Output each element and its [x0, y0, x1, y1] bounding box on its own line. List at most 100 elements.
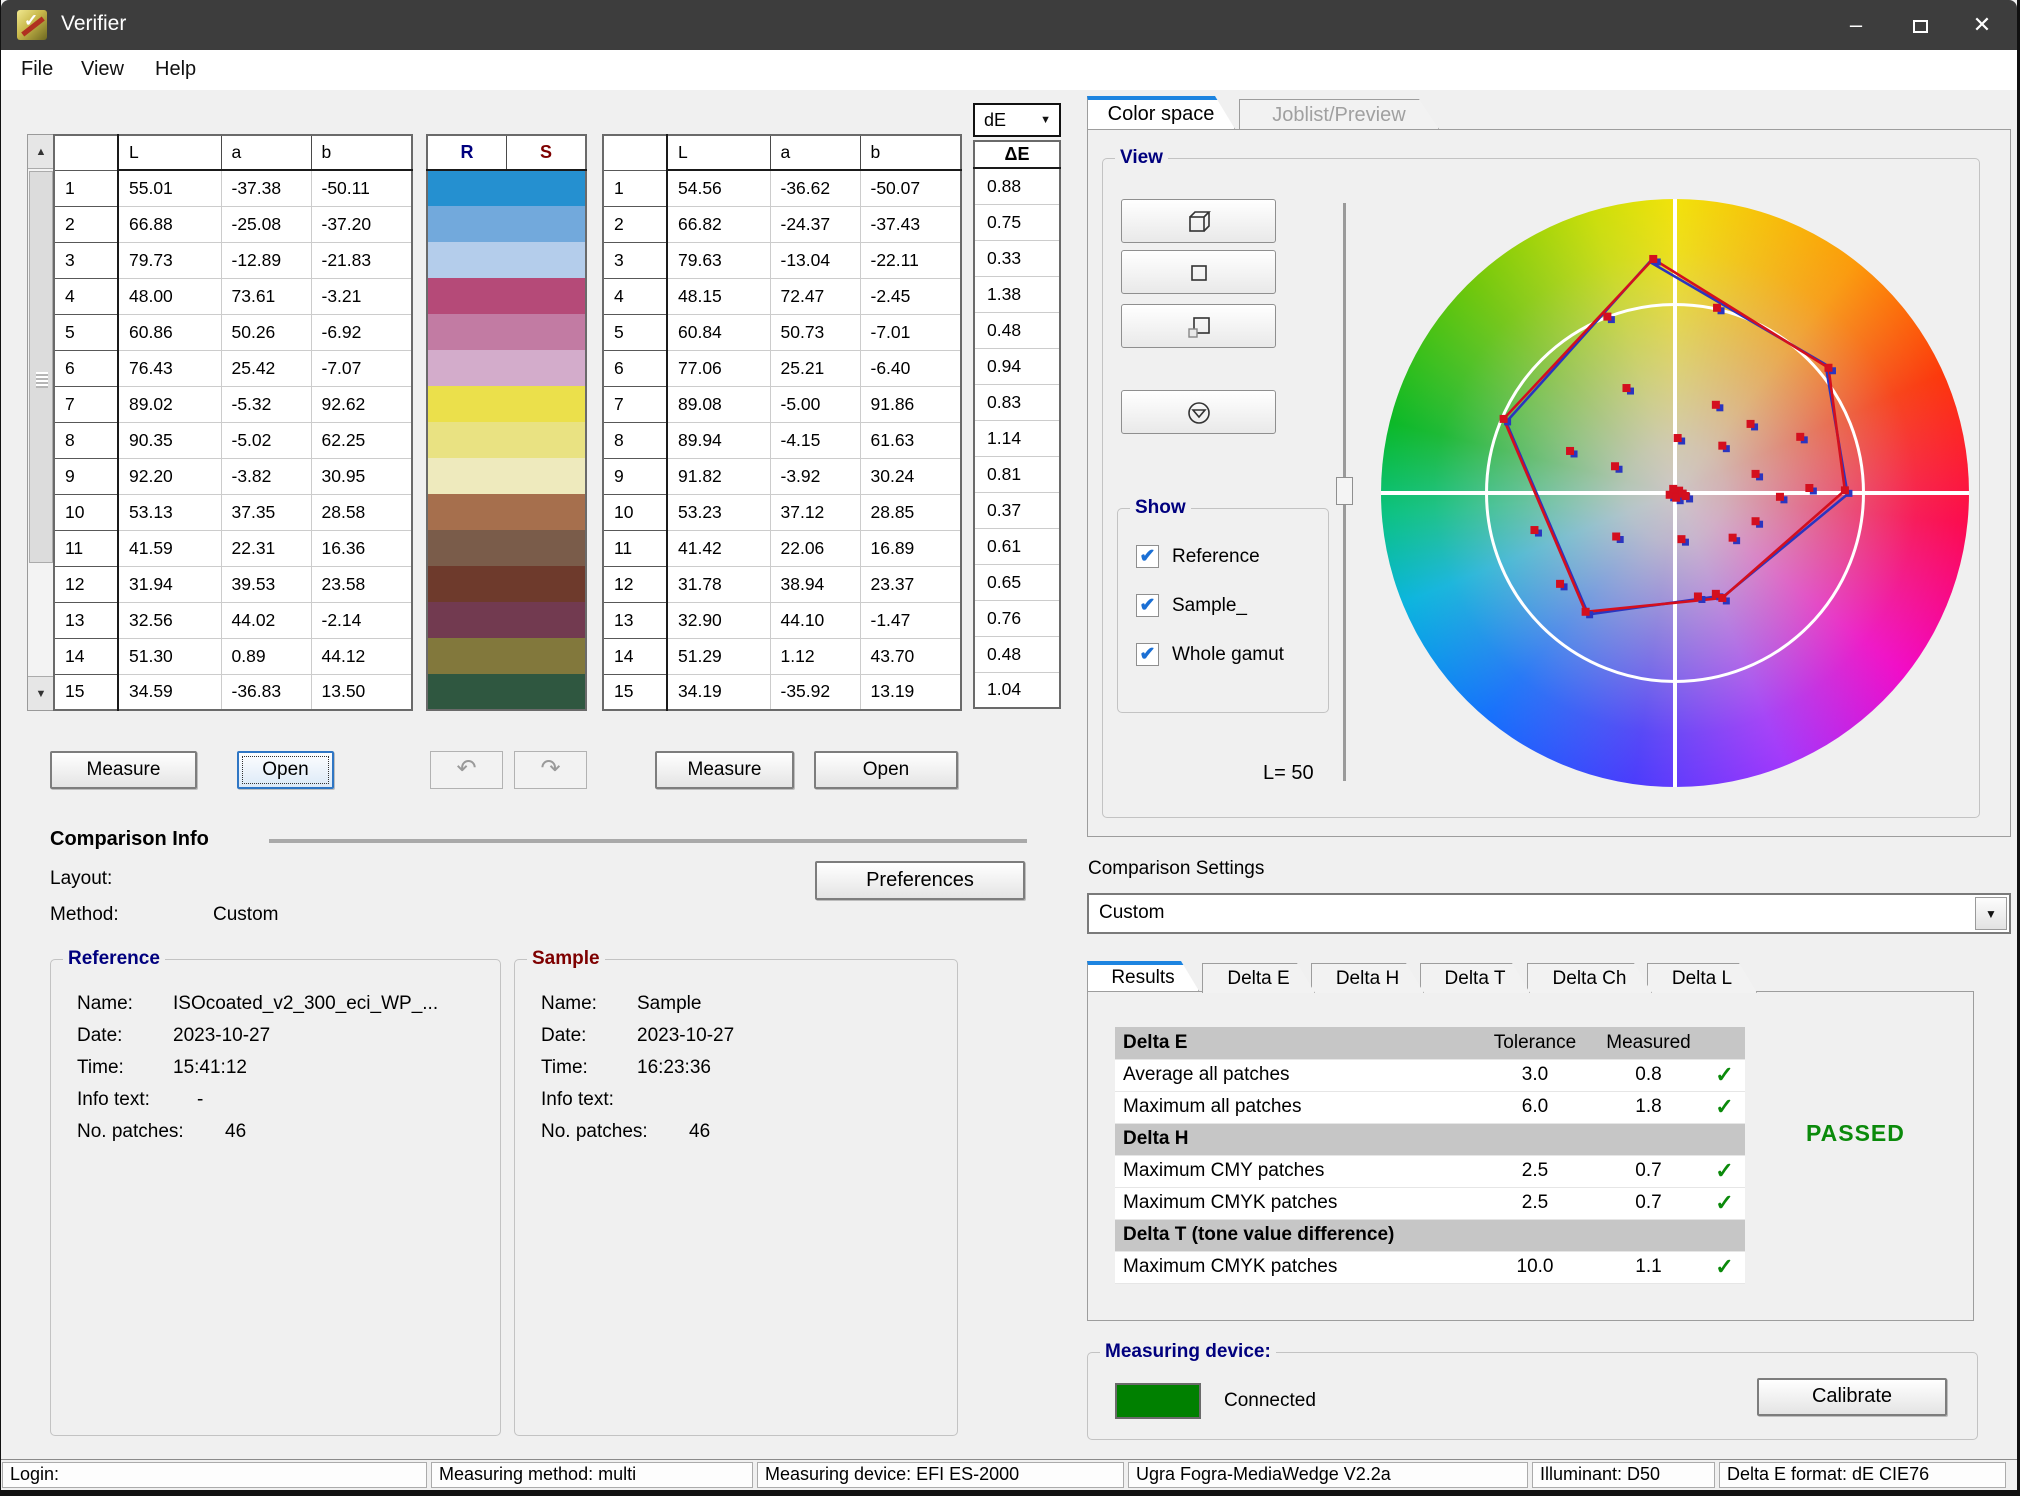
menu-file[interactable]: File: [21, 58, 53, 81]
sample-swatch[interactable]: [506, 206, 586, 242]
sample-swatch[interactable]: [506, 602, 586, 638]
reference-table-row[interactable]: 1 55.01 -37.38 -50.11: [54, 170, 413, 207]
reference-table-row[interactable]: 10 53.13 37.35 28.58: [54, 494, 413, 531]
sample-table-row[interactable]: 12 31.78 38.94 23.37: [603, 566, 962, 603]
swatch-row[interactable]: [427, 458, 586, 494]
reference-table-row[interactable]: 5 60.86 50.26 -6.92: [54, 314, 413, 351]
swatch-row[interactable]: [427, 350, 586, 386]
view-2d-button[interactable]: [1121, 250, 1276, 294]
reference-table-row[interactable]: 15 34.59 -36.83 13.50: [54, 674, 413, 711]
sample-swatch[interactable]: [506, 422, 586, 458]
comparison-settings-select[interactable]: Custom ▼: [1087, 893, 2011, 934]
reference-swatch[interactable]: [427, 674, 507, 710]
show-option-sample_[interactable]: ✔ Sample_: [1136, 594, 1247, 620]
sample-table-row[interactable]: 13 32.90 44.10 -1.47: [603, 602, 962, 639]
sample-swatch[interactable]: [506, 386, 586, 422]
reference-swatch[interactable]: [427, 638, 507, 674]
reference-swatch[interactable]: [427, 458, 507, 494]
menu-view[interactable]: View: [81, 58, 124, 81]
sample-table-row[interactable]: 14 51.29 1.12 43.70: [603, 638, 962, 675]
show-option-whole-gamut[interactable]: ✔ Whole gamut: [1136, 643, 1284, 669]
sample-table-row[interactable]: 5 60.84 50.73 -7.01: [603, 314, 962, 351]
sample-table-row[interactable]: 7 89.08 -5.00 91.86: [603, 386, 962, 423]
sample-swatch[interactable]: [506, 674, 586, 710]
swatch-row[interactable]: [427, 278, 586, 314]
reference-table-row[interactable]: 8 90.35 -5.02 62.25: [54, 422, 413, 459]
reference-table-row[interactable]: 13 32.56 44.02 -2.14: [54, 602, 413, 639]
calibrate-button[interactable]: Calibrate: [1757, 1378, 1947, 1416]
reference-swatch[interactable]: [427, 422, 507, 458]
swatch-row[interactable]: [427, 530, 586, 566]
tab-joblist-preview[interactable]: Joblist/Preview: [1239, 99, 1439, 129]
reference-swatch[interactable]: [427, 530, 507, 566]
swatch-row[interactable]: [427, 566, 586, 602]
sample-table-row[interactable]: 1 54.56 -36.62 -50.07: [603, 170, 962, 207]
scroll-up-icon[interactable]: ▲: [28, 135, 54, 169]
sample-table-row[interactable]: 3 79.63 -13.04 -22.11: [603, 242, 962, 279]
delta-e-format-dropdown[interactable]: dE ▼: [973, 103, 1061, 137]
reference-swatch[interactable]: [427, 566, 507, 602]
sample-table-row[interactable]: 9 91.82 -3.92 30.24: [603, 458, 962, 495]
sample-table-row[interactable]: 6 77.06 25.21 -6.40: [603, 350, 962, 387]
reference-table-row[interactable]: 4 48.00 73.61 -3.21: [54, 278, 413, 315]
sample-table-row[interactable]: 11 41.42 22.06 16.89: [603, 530, 962, 567]
swatch-row[interactable]: [427, 602, 586, 638]
sample-table-row[interactable]: 2 66.82 -24.37 -37.43: [603, 206, 962, 243]
sample-swatch[interactable]: [506, 458, 586, 494]
reference-table-row[interactable]: 3 79.73 -12.89 -21.83: [54, 242, 413, 279]
reference-swatch[interactable]: [427, 170, 507, 206]
menu-help[interactable]: Help: [155, 58, 196, 81]
reference-swatch[interactable]: [427, 206, 507, 242]
reference-table-row[interactable]: 2 66.88 -25.08 -37.20: [54, 206, 413, 243]
reference-swatch[interactable]: [427, 386, 507, 422]
sample-table-row[interactable]: 4 48.15 72.47 -2.45: [603, 278, 962, 315]
scroll-down-icon[interactable]: ▼: [28, 676, 54, 710]
sample-swatch[interactable]: [506, 314, 586, 350]
view-3d-button[interactable]: [1121, 199, 1276, 243]
preferences-button[interactable]: Preferences: [815, 861, 1025, 900]
sample-swatch[interactable]: [506, 530, 586, 566]
swatch-row[interactable]: [427, 170, 586, 206]
checkbox-reference[interactable]: ✔: [1136, 545, 1159, 568]
checkbox-sample_[interactable]: ✔: [1136, 594, 1159, 617]
tab-delta-t[interactable]: Delta T: [1420, 963, 1530, 993]
l-slider-thumb[interactable]: [1336, 477, 1353, 505]
redo-button[interactable]: ↷: [514, 751, 587, 789]
swatch-row[interactable]: [427, 422, 586, 458]
swatch-row[interactable]: [427, 206, 586, 242]
reference-swatch[interactable]: [427, 350, 507, 386]
tab-delta-l[interactable]: Delta L: [1647, 963, 1757, 993]
reference-swatch[interactable]: [427, 602, 507, 638]
sample-swatch[interactable]: [506, 566, 586, 602]
minimize-button[interactable]: –: [1825, 0, 1887, 50]
reference-table-row[interactable]: 14 51.30 0.89 44.12: [54, 638, 413, 675]
sample-swatch[interactable]: [506, 638, 586, 674]
reference-swatch[interactable]: [427, 494, 507, 530]
measure-sample-button[interactable]: Measure: [655, 751, 794, 789]
tab-delta-e[interactable]: Delta E: [1202, 963, 1315, 993]
sample-swatch[interactable]: [506, 350, 586, 386]
reference-table-row[interactable]: 9 92.20 -3.82 30.95: [54, 458, 413, 495]
tab-results[interactable]: Results: [1087, 961, 1199, 991]
swatch-row[interactable]: [427, 242, 586, 278]
reference-swatch[interactable]: [427, 278, 507, 314]
swatch-row[interactable]: [427, 386, 586, 422]
swatch-row[interactable]: [427, 314, 586, 350]
maximize-button[interactable]: [1889, 0, 1951, 50]
tab-color-space[interactable]: Color space: [1087, 96, 1235, 129]
sample-swatch[interactable]: [506, 494, 586, 530]
checkbox-whole-gamut[interactable]: ✔: [1136, 643, 1159, 666]
swatch-row[interactable]: [427, 638, 586, 674]
sample-swatch[interactable]: [506, 170, 586, 206]
open-sample-button[interactable]: Open: [814, 751, 958, 789]
view-layers-button[interactable]: [1121, 304, 1276, 348]
open-reference-button[interactable]: Open: [237, 751, 334, 789]
sample-table-row[interactable]: 10 53.23 37.12 28.85: [603, 494, 962, 531]
reference-table-row[interactable]: 7 89.02 -5.32 92.62: [54, 386, 413, 423]
undo-button[interactable]: ↶: [430, 751, 503, 789]
show-option-reference[interactable]: ✔ Reference: [1136, 545, 1260, 571]
swatch-row[interactable]: [427, 494, 586, 530]
view-gamut-button[interactable]: [1121, 390, 1276, 434]
reference-table-row[interactable]: 12 31.94 39.53 23.58: [54, 566, 413, 603]
reference-swatch[interactable]: [427, 242, 507, 278]
